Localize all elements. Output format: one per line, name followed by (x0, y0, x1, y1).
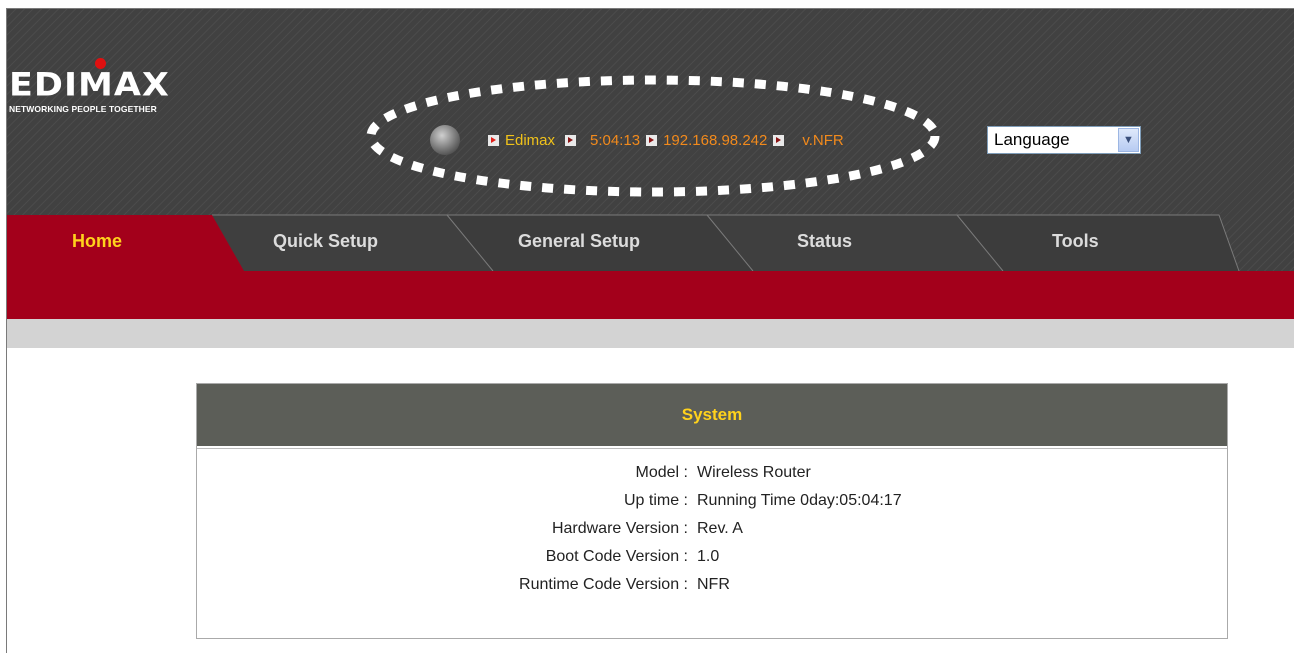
logo-tagline: NETWORKING PEOPLE TOGETHER (9, 104, 157, 114)
info-label: Hardware Version : (551, 520, 688, 537)
tab-status[interactable]: Status (797, 231, 852, 252)
chevron-down-icon[interactable]: ▼ (1118, 128, 1139, 152)
arrow-right-icon (646, 134, 658, 146)
info-row-hardware-version: Hardware Version : Rev. A (197, 515, 1227, 543)
arrow-right-icon (565, 134, 577, 146)
info-row-boot-code-version: Boot Code Version : 1.0 (197, 543, 1227, 571)
panel-title: System (197, 384, 1227, 448)
device-name: Edimax (505, 131, 556, 149)
logo-wordmark: EDIMAX (9, 67, 170, 104)
router-admin-page: EDIMAX NETWORKING PEOPLE TOGETHER Edimax… (6, 8, 1294, 653)
tab-quick-setup[interactable]: Quick Setup (273, 231, 378, 252)
ip-address: 192.168.98.242 (663, 131, 768, 149)
device-status-bar: Edimax 5:04:13 192.168.98.242 v.NFR (430, 125, 844, 155)
info-value: 1.0 (697, 548, 720, 565)
info-value: Running Time 0day:05:04:17 (697, 492, 902, 509)
info-row-uptime: Up time : Running Time 0day:05:04:17 (197, 487, 1227, 515)
info-row-model: Model : Wireless Router (197, 459, 1227, 487)
edimax-logo: EDIMAX NETWORKING PEOPLE TOGETHER (9, 58, 170, 114)
tab-general-setup[interactable]: General Setup (518, 231, 640, 252)
info-value: NFR (697, 576, 730, 593)
info-label: Up time : (623, 492, 688, 509)
tab-bar-shapes (7, 214, 1240, 272)
arrow-right-icon (773, 134, 785, 146)
language-select-value: Language (994, 130, 1070, 149)
info-label: Model : (635, 464, 688, 481)
system-info-list: Model : Wireless Router Up time : Runnin… (197, 448, 1227, 599)
gray-divider-bar (7, 319, 1294, 348)
info-value: Rev. A (697, 520, 743, 537)
current-time: 5:04:13 (590, 131, 641, 149)
globe-icon (430, 125, 460, 155)
arrow-right-icon (488, 134, 499, 146)
firmware-version: v.NFR (802, 131, 844, 149)
tab-tools[interactable]: Tools (1052, 231, 1099, 252)
info-value: Wireless Router (697, 464, 811, 481)
info-label: Runtime Code Version : (519, 576, 688, 593)
system-info-panel: System Model : Wireless Router Up time :… (196, 383, 1228, 639)
red-subnav-bar (7, 271, 1294, 319)
info-row-runtime-code-version: Runtime Code Version : NFR (197, 571, 1227, 599)
tab-home[interactable]: Home (72, 231, 122, 252)
language-select[interactable]: Language ▼ (987, 126, 1141, 154)
info-label: Boot Code Version : (545, 548, 688, 565)
